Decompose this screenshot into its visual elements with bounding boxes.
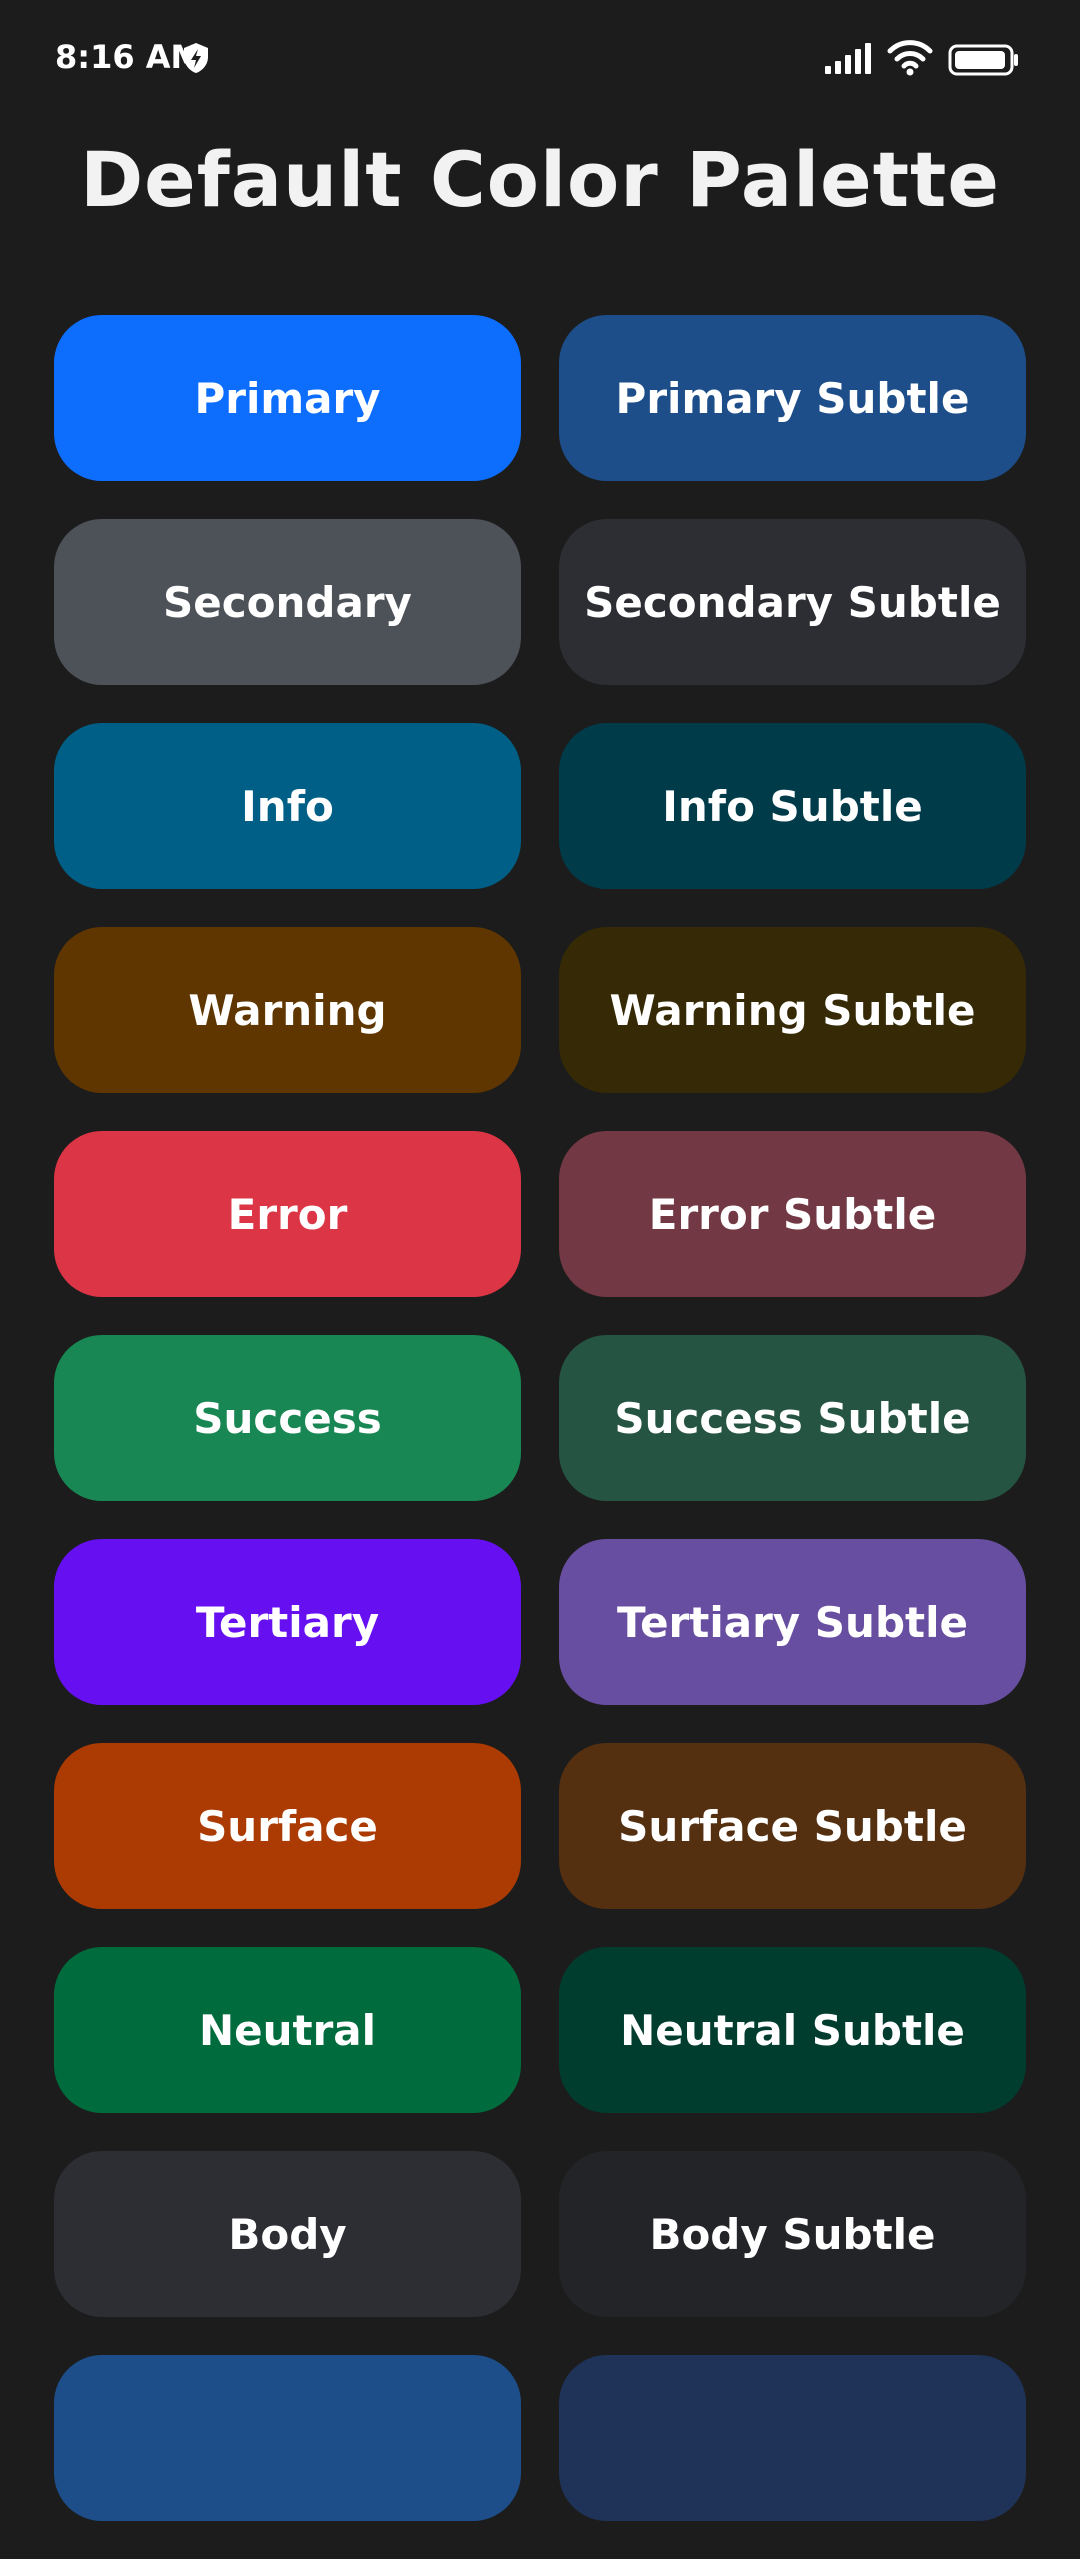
status-time: 8:16 AM [55,38,203,76]
neutral-subtle-button[interactable]: Neutral Subtle [559,1947,1026,2113]
palette-row-body: Body Body Subtle [54,2151,1026,2317]
error-button[interactable]: Error [54,1131,521,1297]
signal-icon [825,42,875,78]
info-subtle-button[interactable]: Info Subtle [559,723,1026,889]
partial-right-button[interactable] [559,2355,1026,2521]
palette-grid: Primary Primary Subtle Secondary Seconda… [54,315,1026,2559]
palette-row-success: Success Success Subtle [54,1335,1026,1501]
error-subtle-button[interactable]: Error Subtle [559,1131,1026,1297]
palette-row-neutral: Neutral Neutral Subtle [54,1947,1026,2113]
wifi-icon [886,38,934,80]
secondary-button[interactable]: Secondary [54,519,521,685]
palette-row-warning: Warning Warning Subtle [54,927,1026,1093]
palette-row-partial [54,2355,1026,2521]
success-subtle-button[interactable]: Success Subtle [559,1335,1026,1501]
neutral-button[interactable]: Neutral [54,1947,521,2113]
info-button[interactable]: Info [54,723,521,889]
tertiary-button[interactable]: Tertiary [54,1539,521,1705]
status-bar: 8:16 AM [0,0,1080,120]
battery-icon [948,44,1020,80]
primary-button[interactable]: Primary [54,315,521,481]
body-button[interactable]: Body [54,2151,521,2317]
warning-button[interactable]: Warning [54,927,521,1093]
partial-left-button[interactable] [54,2355,521,2521]
surface-subtle-button[interactable]: Surface Subtle [559,1743,1026,1909]
tertiary-subtle-button[interactable]: Tertiary Subtle [559,1539,1026,1705]
secondary-subtle-button[interactable]: Secondary Subtle [559,519,1026,685]
body-subtle-button[interactable]: Body Subtle [559,2151,1026,2317]
surface-button[interactable]: Surface [54,1743,521,1909]
shield-icon [182,42,210,78]
palette-row-secondary: Secondary Secondary Subtle [54,519,1026,685]
palette-row-surface: Surface Surface Subtle [54,1743,1026,1909]
palette-row-info: Info Info Subtle [54,723,1026,889]
palette-row-primary: Primary Primary Subtle [54,315,1026,481]
success-button[interactable]: Success [54,1335,521,1501]
page-title: Default Color Palette [80,135,1000,224]
warning-subtle-button[interactable]: Warning Subtle [559,927,1026,1093]
palette-row-tertiary: Tertiary Tertiary Subtle [54,1539,1026,1705]
palette-row-error: Error Error Subtle [54,1131,1026,1297]
primary-subtle-button[interactable]: Primary Subtle [559,315,1026,481]
